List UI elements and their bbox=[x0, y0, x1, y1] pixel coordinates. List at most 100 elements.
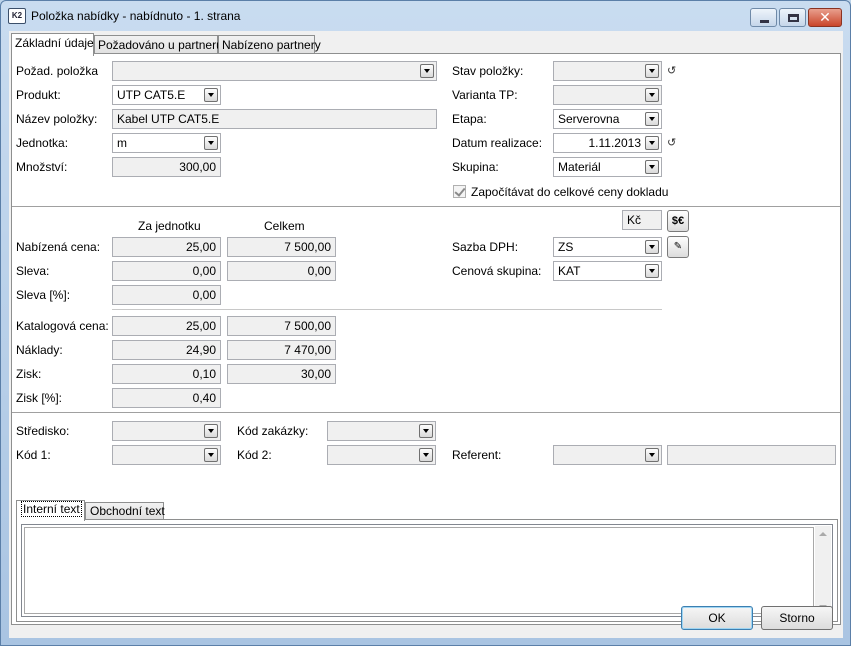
skupina-combo[interactable]: Materiál bbox=[553, 157, 662, 177]
history-icon[interactable]: ↺ bbox=[667, 65, 679, 77]
title-bar[interactable]: K2 Položka nabídky - nabídnuto - 1. stra… bbox=[1, 1, 850, 31]
scroll-up-icon[interactable] bbox=[819, 532, 827, 536]
divider bbox=[112, 309, 662, 310]
sazba-dph-label: Sazba DPH: bbox=[452, 240, 519, 254]
col-header-total: Celkem bbox=[264, 219, 305, 233]
nabizena-cena-unit-input[interactable]: 25,00 bbox=[112, 237, 221, 257]
chevron-down-icon[interactable] bbox=[420, 64, 434, 78]
referent-combo[interactable] bbox=[553, 445, 662, 465]
col-header-unit: Za jednotku bbox=[138, 219, 201, 233]
sleva-pct-input[interactable]: 0,00 bbox=[112, 285, 221, 305]
skupina-label: Skupina: bbox=[452, 160, 499, 174]
chevron-down-icon[interactable] bbox=[645, 136, 659, 150]
zapocitavat-label: Započítávat do celkové ceny dokladu bbox=[471, 185, 669, 199]
minimize-button[interactable] bbox=[750, 8, 777, 27]
dialog-client: Základní údaje Požadováno u partnerů Nab… bbox=[9, 31, 843, 638]
chevron-down-icon[interactable] bbox=[419, 424, 433, 438]
chevron-down-icon[interactable] bbox=[645, 160, 659, 174]
chevron-down-icon[interactable] bbox=[645, 112, 659, 126]
stredisko-combo[interactable] bbox=[112, 421, 221, 441]
jednotka-combo[interactable]: m bbox=[112, 133, 221, 153]
varianta-tp-label: Varianta TP: bbox=[452, 88, 518, 102]
chevron-down-icon[interactable] bbox=[645, 448, 659, 462]
zisk-pct-input[interactable]: 0,40 bbox=[112, 388, 221, 408]
divider bbox=[12, 206, 840, 207]
etapa-label: Etapa: bbox=[452, 112, 487, 126]
datum-realizace-value: 1.11.2013 bbox=[588, 136, 642, 150]
cenova-skupina-value: KAT bbox=[558, 264, 581, 278]
tab-interni-text[interactable]: Interní text bbox=[16, 500, 85, 521]
zisk-total-input[interactable]: 30,00 bbox=[227, 364, 336, 384]
zisk-unit-input[interactable]: 0,10 bbox=[112, 364, 221, 384]
referent-name-field bbox=[667, 445, 836, 465]
sazba-dph-combo[interactable]: ZS bbox=[553, 237, 662, 257]
chevron-down-icon[interactable] bbox=[204, 88, 218, 102]
chevron-down-icon[interactable] bbox=[204, 448, 218, 462]
tab-nabizeno-partnery[interactable]: Nabízeno partnery bbox=[218, 35, 321, 55]
kod1-label: Kód 1: bbox=[16, 448, 51, 462]
datum-realizace-combo[interactable]: 1.11.2013 bbox=[553, 133, 662, 153]
naklady-total-input[interactable]: 7 470,00 bbox=[227, 340, 336, 360]
sleva-total-input[interactable]: 0,00 bbox=[227, 261, 336, 281]
app-logo-icon: K2 bbox=[8, 8, 26, 24]
close-button[interactable]: ✕ bbox=[808, 8, 842, 27]
tab-pozadovano-u-partneru[interactable]: Požadováno u partnerů bbox=[94, 35, 223, 55]
chevron-down-icon[interactable] bbox=[645, 264, 659, 278]
divider bbox=[12, 412, 840, 413]
katalogova-cena-total-input[interactable]: 7 500,00 bbox=[227, 316, 336, 336]
tab-zakladni-udaje[interactable]: Základní údaje bbox=[11, 33, 94, 56]
mnozstvi-input[interactable]: 300,00 bbox=[112, 157, 221, 177]
chevron-down-icon[interactable] bbox=[645, 240, 659, 254]
jednotka-label: Jednotka: bbox=[16, 136, 69, 150]
kod-zakazky-label: Kód zakázky: bbox=[237, 424, 309, 438]
varianta-tp-combo[interactable] bbox=[553, 85, 662, 105]
etapa-combo[interactable]: Serverovna bbox=[553, 109, 662, 129]
vertical-scrollbar[interactable] bbox=[815, 526, 831, 615]
history-icon[interactable]: ↺ bbox=[667, 137, 679, 149]
close-icon: ✕ bbox=[819, 9, 831, 25]
pozad-polozka-label: Požad. položka bbox=[16, 64, 99, 78]
sleva-unit-input[interactable]: 0,00 bbox=[112, 261, 221, 281]
storno-button[interactable]: Storno bbox=[761, 606, 833, 630]
window-title: Položka nabídky - nabídnuto - 1. strana bbox=[31, 9, 241, 23]
nabizena-cena-total-input[interactable]: 7 500,00 bbox=[227, 237, 336, 257]
nazev-polozky-input[interactable]: Kabel UTP CAT5.E bbox=[112, 109, 437, 129]
tab-obchodni-text[interactable]: Obchodní text bbox=[85, 502, 165, 520]
pozad-polozka-combo[interactable] bbox=[112, 61, 437, 81]
katalogova-cena-label: Katalogová cena: bbox=[16, 319, 109, 333]
produkt-value: UTP CAT5.E bbox=[117, 88, 186, 102]
kod-zakazky-combo[interactable] bbox=[327, 421, 436, 441]
datum-realizace-label: Datum realizace: bbox=[452, 136, 543, 150]
produkt-label: Produkt: bbox=[16, 88, 61, 102]
dialog-window: K2 Položka nabídky - nabídnuto - 1. stra… bbox=[0, 0, 851, 646]
maximize-button[interactable] bbox=[779, 8, 806, 27]
ok-button[interactable]: OK bbox=[681, 606, 753, 630]
zapocitavat-checkbox[interactable] bbox=[453, 185, 466, 198]
katalogova-cena-unit-input[interactable]: 25,00 bbox=[112, 316, 221, 336]
minimize-icon bbox=[760, 20, 769, 23]
nabizena-cena-label: Nabízená cena: bbox=[16, 240, 101, 254]
stav-polozky-combo[interactable] bbox=[553, 61, 662, 81]
maximize-icon bbox=[788, 14, 799, 22]
sleva-pct-label: Sleva [%]: bbox=[16, 288, 71, 302]
calculator-icon[interactable]: ✎ bbox=[667, 236, 689, 258]
chevron-down-icon[interactable] bbox=[419, 448, 433, 462]
naklady-label: Náklady: bbox=[16, 343, 63, 357]
text-area[interactable] bbox=[21, 524, 833, 617]
produkt-combo[interactable]: UTP CAT5.E bbox=[112, 85, 221, 105]
cenova-skupina-combo[interactable]: KAT bbox=[553, 261, 662, 281]
stav-polozky-label: Stav položky: bbox=[452, 64, 524, 78]
currency-field[interactable]: Kč bbox=[622, 210, 662, 230]
chevron-down-icon[interactable] bbox=[204, 424, 218, 438]
currency-button[interactable]: $€ bbox=[667, 210, 689, 232]
zisk-pct-label: Zisk [%]: bbox=[16, 391, 63, 405]
text-area-content[interactable] bbox=[24, 527, 814, 614]
skupina-value: Materiál bbox=[558, 160, 601, 174]
chevron-down-icon[interactable] bbox=[645, 88, 659, 102]
kod1-combo[interactable] bbox=[112, 445, 221, 465]
chevron-down-icon[interactable] bbox=[204, 136, 218, 150]
chevron-down-icon[interactable] bbox=[645, 64, 659, 78]
sleva-label: Sleva: bbox=[16, 264, 50, 278]
naklady-unit-input[interactable]: 24,90 bbox=[112, 340, 221, 360]
kod2-combo[interactable] bbox=[327, 445, 436, 465]
